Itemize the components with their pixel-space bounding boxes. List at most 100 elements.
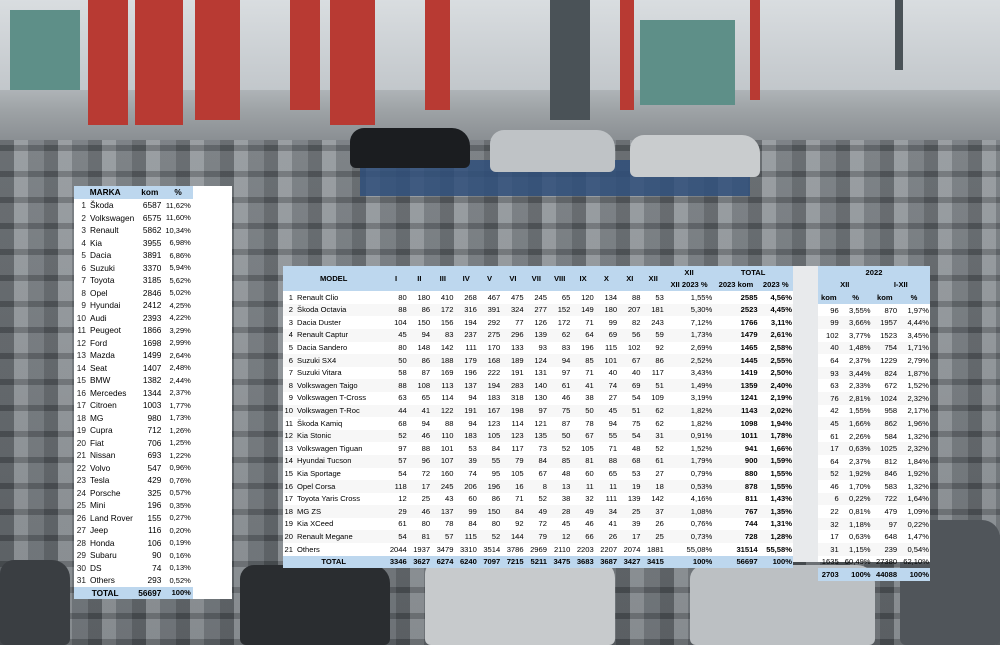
percent-cell: 60,49% bbox=[844, 557, 871, 567]
month-cell: 72 bbox=[407, 467, 432, 481]
percent-cell: 1,22% bbox=[169, 450, 191, 460]
rank-cell: 4 bbox=[283, 328, 294, 342]
kom-cell: 712 bbox=[147, 425, 162, 436]
model-row: 14 Hyundai Tucson 57 96 107 39 55 79 84 85 81 88 68 6… bbox=[283, 454, 793, 468]
month-cell: 467 bbox=[477, 291, 502, 304]
month-cell: 130 bbox=[524, 391, 548, 405]
rank-cell: 2 bbox=[283, 303, 294, 317]
month-cell: 53 bbox=[641, 291, 665, 304]
month-cell: 170 bbox=[477, 341, 502, 355]
month-cell: 79 bbox=[524, 530, 548, 544]
month-cell: 183 bbox=[454, 429, 478, 443]
rank-cell: 10 bbox=[283, 404, 294, 418]
kom-header: kom bbox=[136, 186, 164, 199]
month-cell: 137 bbox=[454, 379, 478, 392]
percent-cell: 0,63% bbox=[849, 532, 871, 542]
total-percent-cell: 55,58% bbox=[758, 543, 793, 556]
rank-cell: 14 bbox=[283, 454, 294, 468]
month-cell: 121 bbox=[524, 417, 548, 430]
crane bbox=[135, 0, 183, 125]
month-cell: 44 bbox=[384, 404, 408, 418]
model-cell: MG ZS bbox=[294, 505, 385, 518]
month-cell: 52 bbox=[477, 530, 502, 544]
xii-percent-cell: 0,76% bbox=[664, 517, 714, 531]
month-cell: 169 bbox=[431, 366, 455, 380]
brand-row: 10 Audi 2393 4,22% bbox=[74, 312, 193, 325]
total-kom-cell: 2523 bbox=[713, 303, 759, 317]
month-cell: 109 bbox=[641, 391, 665, 405]
year-2022-row: 96 3,55% 870 1,97% bbox=[818, 304, 930, 317]
month-cell: 105 bbox=[501, 467, 525, 481]
brand-cell: Honda bbox=[90, 537, 115, 548]
brand-row: 28 Honda 106 0,19% bbox=[74, 537, 193, 550]
month-cell: 78 bbox=[571, 417, 595, 430]
month-cell: 84 bbox=[477, 442, 502, 455]
month-cell: 94 bbox=[407, 328, 432, 342]
xii-2022-header: XII bbox=[818, 278, 872, 292]
month-cell: 104 bbox=[384, 316, 408, 329]
total-label: TOTAL bbox=[283, 555, 385, 569]
brand-cell: Mercedes bbox=[90, 387, 127, 398]
brand-cell: Cupra bbox=[90, 425, 113, 436]
month-cell: 86 bbox=[641, 354, 665, 367]
percent-cell: 2,37% bbox=[169, 388, 191, 397]
model-row: 7 Suzuki Vitara 58 87 169 196 222 191 131 97 71 40 4… bbox=[283, 366, 793, 380]
total-kom-cell: 728 bbox=[713, 530, 759, 544]
rank-cell: 30 bbox=[76, 562, 86, 573]
month-cell: 123 bbox=[477, 417, 502, 430]
year-2022-row: 40 1,48% 754 1,71% bbox=[818, 341, 930, 355]
month-cell: 11 bbox=[594, 480, 619, 493]
brand-row: 12 Ford 1698 2,99% bbox=[74, 337, 193, 350]
kom-cell: 648 bbox=[884, 532, 898, 542]
brand-cell: DS bbox=[90, 562, 102, 573]
brand-row: 18 MG 980 1,73% bbox=[74, 412, 193, 425]
month-cell: 73 bbox=[524, 442, 548, 455]
month-cell: 71 bbox=[594, 442, 619, 455]
kom-cell: 45 bbox=[818, 417, 840, 430]
rank-cell: 13 bbox=[283, 442, 294, 455]
month-cell: 59 bbox=[641, 328, 665, 342]
month-cell: 34 bbox=[594, 505, 619, 518]
percent-cell: 2,79% bbox=[907, 355, 929, 365]
total-percent-cell: 1,55% bbox=[758, 480, 793, 493]
percent-cell: 2,17% bbox=[907, 406, 929, 416]
percent-cell: 6,98% bbox=[169, 238, 191, 247]
month-cell: 180 bbox=[407, 291, 432, 304]
month-cell: 2203 bbox=[571, 543, 595, 556]
month-cell: 144 bbox=[501, 530, 525, 544]
model-row: 15 Kia Sportage 54 72 160 74 95 105 67 48 60 65 53 27… bbox=[283, 467, 793, 481]
brand-row: 29 Subaru 90 0,16% bbox=[74, 549, 193, 562]
brand-cell: Dacia bbox=[90, 250, 112, 261]
month-cell: 410 bbox=[431, 291, 455, 304]
month-cell: 324 bbox=[501, 303, 525, 317]
month-cell: 183 bbox=[477, 391, 502, 405]
month-cell: 37 bbox=[641, 505, 665, 518]
model-table: MODEL I II III IV V VI VII VIII IX X XI … bbox=[283, 266, 793, 569]
month-cell: 191 bbox=[501, 366, 525, 380]
month-cell: 28 bbox=[547, 505, 572, 518]
percent-cell: 3,44% bbox=[839, 366, 872, 380]
kom-cell: 479 bbox=[884, 507, 898, 517]
month-cell: 11 bbox=[571, 480, 595, 493]
model-row: 5 Dacia Sandero 80 148 142 111 170 133 93 83 196 11… bbox=[283, 341, 793, 355]
percent-cell: 1,18% bbox=[839, 517, 872, 531]
percent-cell: 0,52% bbox=[169, 575, 191, 585]
month-cell: 60 bbox=[454, 492, 478, 506]
percent-cell: 0,19% bbox=[169, 538, 191, 547]
rank-cell: 17 bbox=[76, 400, 86, 411]
year-2022-row: 17 0,63% 1025 2,32% bbox=[818, 442, 930, 455]
month-cell: 69 bbox=[594, 328, 619, 342]
year-2022-row: 63 2,33% 672 1,52% bbox=[818, 379, 930, 392]
total-cell: 5211 bbox=[524, 555, 548, 569]
rank-cell: 4 bbox=[81, 237, 86, 248]
month-cell: 25 bbox=[618, 505, 642, 518]
month-cell: 179 bbox=[454, 354, 478, 367]
crane bbox=[88, 0, 128, 125]
model-cell: Dacia Sandero bbox=[294, 341, 385, 355]
month-cell: 60 bbox=[571, 467, 595, 481]
rank-cell: 20 bbox=[283, 530, 294, 544]
year-2022-row: 102 3,77% 1523 3,45% bbox=[818, 329, 930, 342]
model-row: 17 Toyota Yaris Cross 12 25 43 60 86 71 52 38 32 11… bbox=[283, 492, 793, 506]
percent-cell: 3,77% bbox=[849, 330, 871, 340]
total-cell: 3346 bbox=[384, 555, 408, 569]
